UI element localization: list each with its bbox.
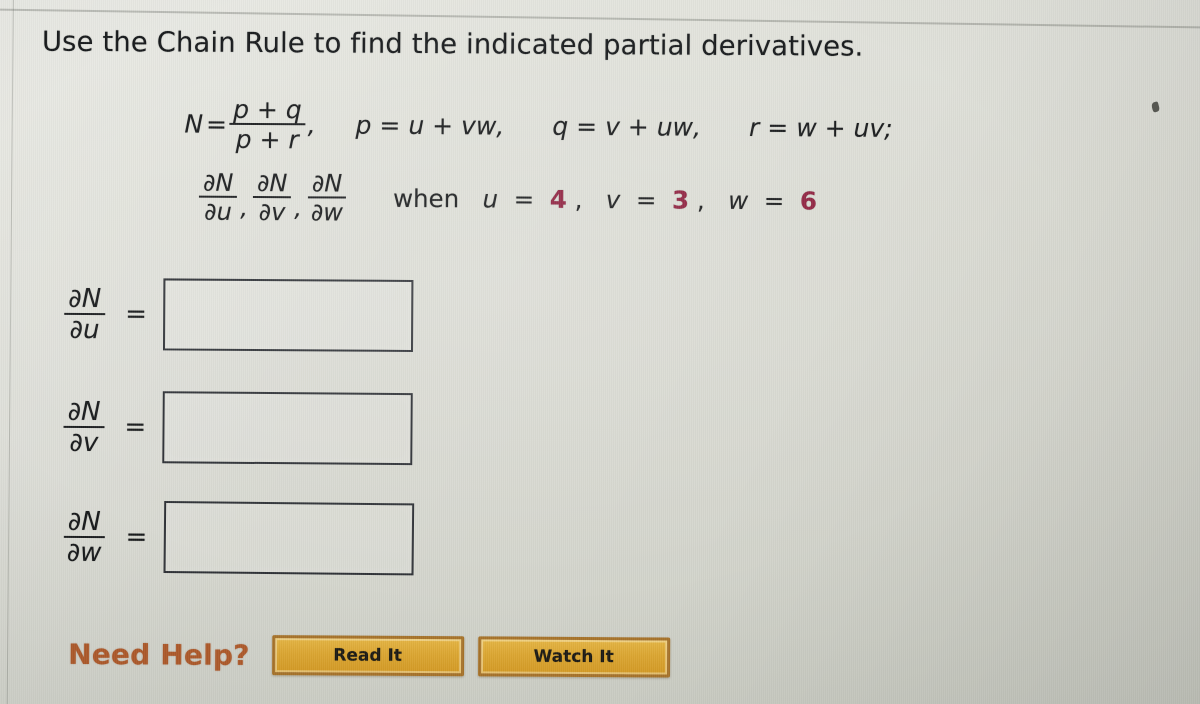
requested-partial-u-separator: , — [240, 193, 248, 222]
condition-w-value: 6 — [799, 186, 818, 216]
screenshot-photo-surface: Use the Chain Rule to find the indicated… — [0, 0, 1200, 704]
substitution-p-rhs: u + vw — [408, 110, 497, 141]
condition-v-value: 3 — [671, 185, 690, 215]
condition-u-equals: = — [513, 184, 535, 214]
function-name: N — [184, 109, 204, 139]
given-equations: N = p + q p + r , p = u + vw , q = v + u… — [184, 95, 893, 156]
requested-partial-v: ∂N ∂v — [252, 169, 292, 227]
n-definition-fraction: p + q p + r — [229, 95, 306, 155]
answer-label-du: ∂N ∂u — [64, 283, 106, 345]
fraction-denominator: p + r — [235, 124, 299, 155]
need-help-section: Need Help? Read It Watch It — [68, 634, 670, 678]
read-it-button[interactable]: Read It — [271, 635, 464, 677]
substitution-q-separator: , — [692, 112, 702, 142]
substitution-r-rhs: w + uv — [796, 113, 885, 143]
substitution-r-equals: = — [767, 113, 789, 143]
answer-input-dw[interactable] — [163, 501, 414, 576]
requested-partials-line: ∂N ∂u , ∂N ∂v , ∂N ∂w when u = 4 , v = 3… — [197, 169, 817, 228]
answer-input-dv[interactable] — [161, 391, 413, 466]
requested-partial-u: ∂N ∂u — [198, 169, 238, 226]
condition-u-value: 4 — [549, 184, 567, 214]
requested-partial-w-numerator: ∂N — [307, 169, 347, 199]
requested-partial-v-denominator: ∂v — [258, 198, 286, 227]
fraction-numerator: p + q — [229, 95, 306, 126]
substitution-r-separator: ; — [884, 113, 893, 143]
answer-label-dw-denominator: ∂w — [66, 537, 102, 568]
substitution-q-equals: = — [576, 111, 598, 142]
requested-partial-v-numerator: ∂N — [252, 169, 292, 199]
answer-label-du-numerator: ∂N — [64, 283, 106, 315]
condition-w-equals: = — [763, 186, 785, 216]
answer-label-dw: ∂N ∂w — [63, 506, 106, 568]
substitution-q-rhs: v + uw — [605, 112, 694, 142]
condition-u-separator: , — [574, 184, 583, 214]
answer-label-dw-numerator: ∂N — [63, 506, 105, 538]
condition-v-equals: = — [635, 185, 657, 215]
answer-label-du-denominator: ∂u — [69, 314, 100, 345]
when-label: when — [392, 183, 460, 214]
condition-v-var: v — [605, 185, 621, 215]
answer-equals-du: = — [125, 299, 148, 330]
answer-row-du: ∂N ∂u = — [62, 278, 414, 352]
condition-u-var: u — [482, 184, 499, 214]
given-equations-row: N = p + q p + r , p = u + vw , q = v + u… — [184, 95, 893, 156]
substitution-p-lhs: p — [355, 110, 372, 140]
substitution-q-lhs: q — [552, 111, 569, 141]
question-prompt: Use the Chain Rule to find the indicated… — [41, 25, 864, 63]
answer-row-dv: ∂N ∂v = — [61, 391, 413, 466]
requested-partial-w-denominator: ∂w — [310, 198, 344, 227]
condition-w-var: w — [728, 185, 749, 216]
substitution-p-equals: = — [379, 110, 401, 140]
condition-v-separator: , — [696, 185, 705, 215]
answer-equals-dw: = — [125, 522, 148, 553]
answer-row-dw: ∂N ∂w = — [61, 501, 414, 576]
answer-label-dv-numerator: ∂N — [63, 396, 105, 428]
need-help-label: Need Help? — [68, 637, 250, 672]
requested-partial-v-separator: , — [294, 194, 302, 223]
requested-partial-w: ∂N ∂w — [307, 169, 347, 227]
substitution-r-lhs: r — [748, 113, 760, 143]
answer-input-du[interactable] — [162, 278, 414, 352]
assignment-question-body: Use the Chain Rule to find the indicated… — [0, 0, 1200, 704]
answer-label-dv-denominator: ∂v — [69, 427, 99, 458]
substitution-p-separator: , — [496, 111, 505, 141]
answer-equals-dv: = — [124, 412, 147, 443]
requested-partial-u-numerator: ∂N — [198, 169, 238, 198]
given-equals-sign: = — [205, 109, 228, 139]
answer-label-dv: ∂N ∂v — [63, 396, 105, 458]
watch-it-button[interactable]: Watch It — [477, 636, 670, 678]
comma-after-fraction: , — [307, 110, 316, 140]
requested-partial-u-denominator: ∂u — [204, 197, 232, 226]
when-conditions: when u = 4 , v = 3 , w = 6 — [393, 184, 817, 216]
